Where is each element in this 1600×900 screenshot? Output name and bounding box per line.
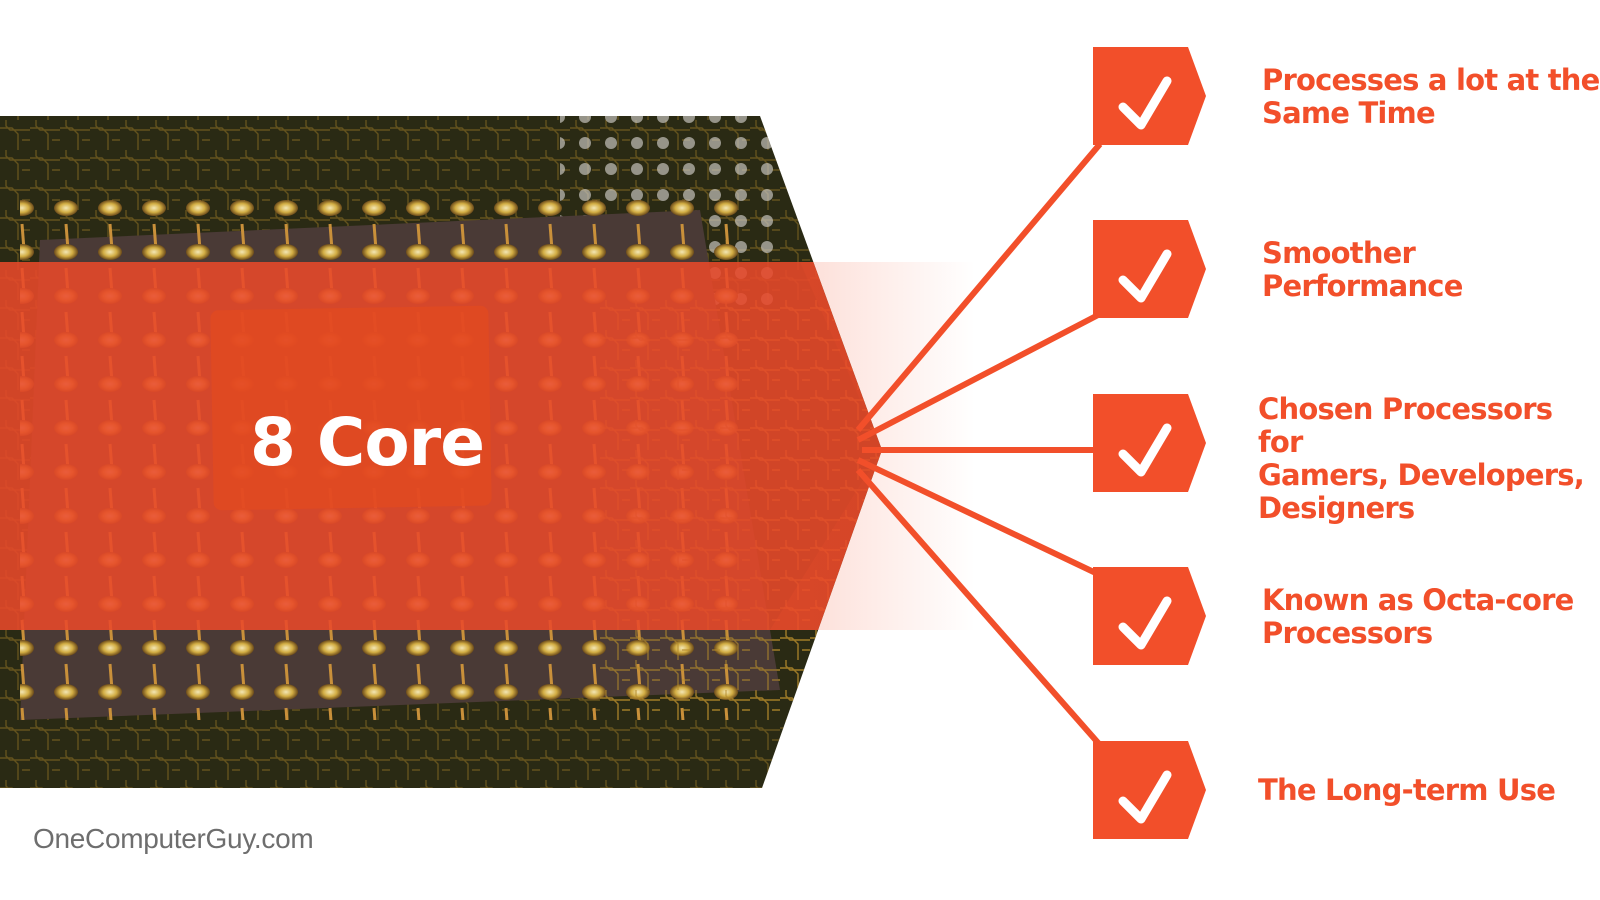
feature-item-2: Smoother Performance [1262,237,1600,303]
feature-text-line: Same Time [1262,96,1436,130]
feature-text-line: Smoother [1262,236,1416,270]
feature-item-4: Known as Octa-core Processors [1262,584,1600,650]
site-watermark: OneComputerGuy.com [33,823,314,854]
feature-text-line: Designers [1258,491,1415,525]
feature-text-line: The Long-term Use [1258,773,1556,807]
badge-shape [1093,741,1206,839]
infographic: 8 Core Processes a lot at the Same Time … [0,0,1600,900]
checkmark-badge [1093,394,1206,492]
feature-item-3: Chosen Processors for Gamers, Developers… [1258,393,1598,525]
badge-shape [1093,47,1206,145]
feature-text-line: Processors [1262,616,1433,650]
badge-shape [1093,220,1206,318]
feature-text-line: Known as Octa-core [1262,583,1574,617]
feature-item-1: Processes a lot at the Same Time [1262,64,1600,130]
feature-text-line: Processes a lot at the [1262,63,1600,97]
badge-shape [1093,394,1206,492]
feature-item-5: The Long-term Use [1258,774,1598,807]
checkmark-badge [1093,567,1206,665]
checkmark-badge [1093,47,1206,145]
feature-text-line: Performance [1262,269,1463,303]
checkmark-badge [1093,741,1206,839]
core-count-label: 8 Core [250,404,485,481]
checkmark-badges [1093,47,1206,839]
feature-text-line: Gamers, Developers, [1258,458,1585,492]
badge-shape [1093,567,1206,665]
checkmark-badge [1093,220,1206,318]
feature-text-line: Chosen Processors for [1258,392,1553,459]
